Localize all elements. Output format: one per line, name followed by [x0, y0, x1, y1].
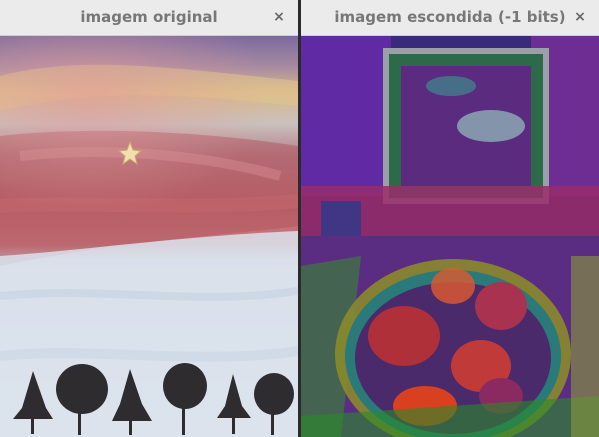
window-titlebar[interactable]: imagem original × — [0, 0, 298, 36]
window-titlebar[interactable]: imagem escondida (-1 bits) × — [301, 0, 599, 36]
close-icon[interactable]: × — [569, 6, 591, 28]
window-title: imagem escondida (-1 bits) — [334, 8, 566, 26]
hidden-image-window: imagem escondida (-1 bits) × — [301, 0, 599, 437]
original-image — [0, 36, 298, 437]
close-icon[interactable]: × — [268, 6, 290, 28]
window-title: imagem original — [80, 8, 218, 26]
hidden-image — [301, 36, 599, 437]
original-image-window: imagem original × — [0, 0, 298, 437]
